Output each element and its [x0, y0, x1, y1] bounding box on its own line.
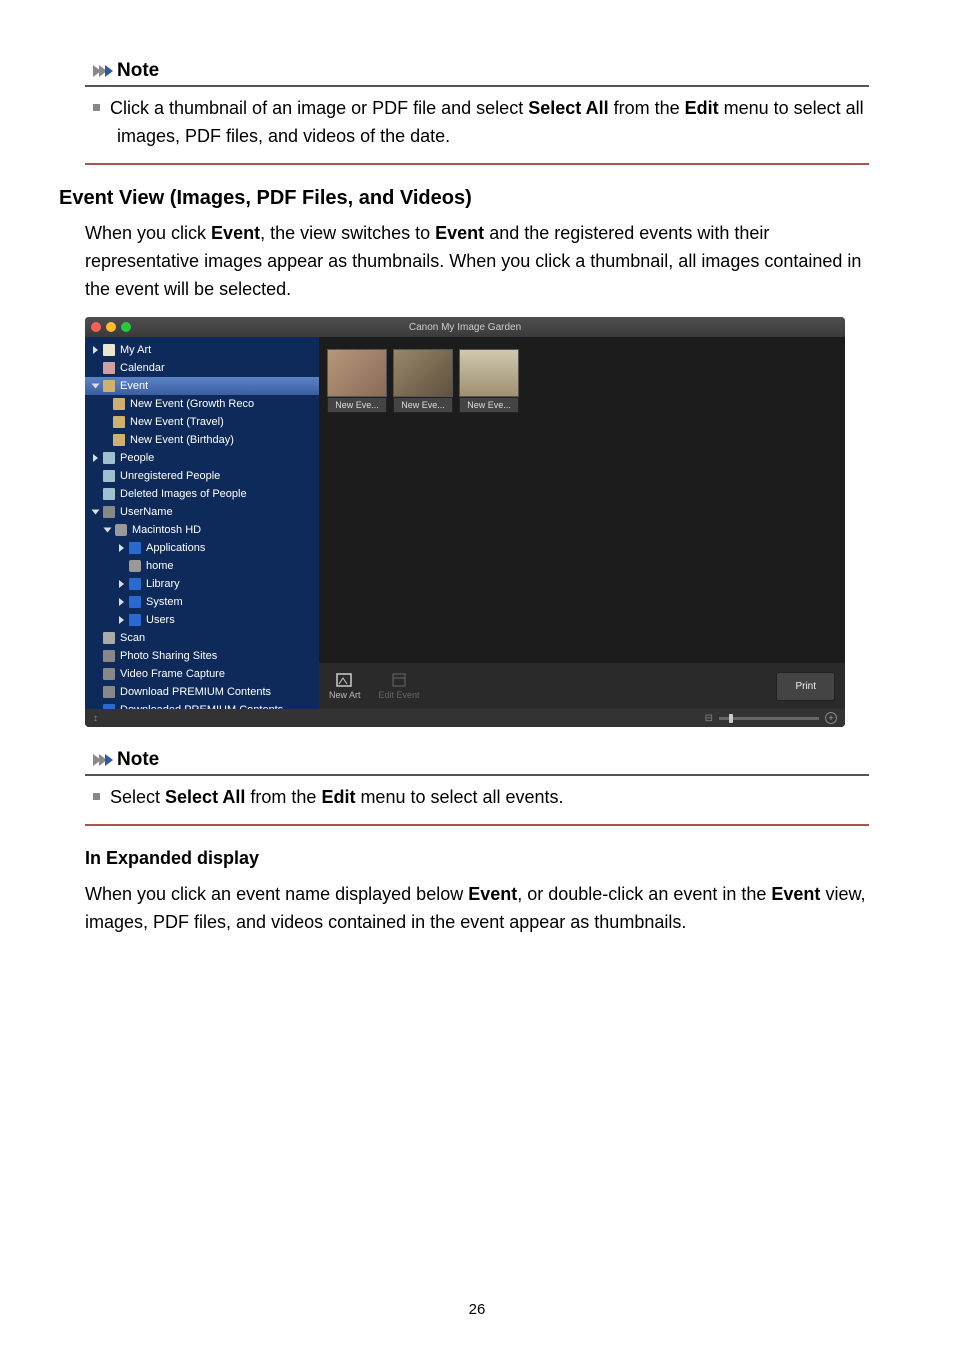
zoom-in-icon[interactable]: + [825, 712, 837, 724]
zoom-out-icon[interactable]: ⊟ [705, 713, 713, 724]
thumbnail-label: New Eve... [327, 397, 387, 413]
chevron-note-icon [93, 754, 111, 766]
sidebar: My Art Calendar Event New Event (Growth … [85, 337, 319, 709]
page-number: 26 [0, 1301, 954, 1318]
sidebar-item-unregistered[interactable]: Unregistered People [85, 467, 319, 485]
thumbnail-label: New Eve... [393, 397, 453, 413]
zoom-slider[interactable] [719, 717, 819, 720]
sidebar-item-applications[interactable]: Applications [85, 539, 319, 557]
bullet-icon [93, 793, 100, 800]
thumbnail-image [327, 349, 387, 397]
note-body: Click a thumbnail of an image or PDF fil… [85, 95, 869, 165]
sidebar-item-event-growth[interactable]: New Event (Growth Reco [85, 395, 319, 413]
sidebar-item-dldpremium[interactable]: Downloaded PREMIUM Contents [85, 701, 319, 709]
thumbnail-item[interactable]: New Eve... [459, 349, 519, 413]
note-block-2: Note Select Select All from the Edit men… [85, 749, 869, 826]
thumbnail-item[interactable]: New Eve... [327, 349, 387, 413]
sidebar-item-dlpremium[interactable]: Download PREMIUM Contents [85, 683, 319, 701]
note-body: Select Select All from the Edit menu to … [85, 784, 869, 826]
thumbnail-label: New Eve... [459, 397, 519, 413]
sidebar-item-photosites[interactable]: Photo Sharing Sites [85, 647, 319, 665]
note-header: Note [85, 60, 869, 87]
edit-event-icon [389, 672, 409, 688]
window-title: Canon My Image Garden [85, 322, 845, 333]
new-art-button[interactable]: New Art [329, 672, 361, 700]
app-screenshot: Canon My Image Garden My Art Calendar Ev… [85, 317, 845, 727]
chevron-note-icon [93, 65, 111, 77]
sidebar-item-system[interactable]: System [85, 593, 319, 611]
sidebar-item-users[interactable]: Users [85, 611, 319, 629]
sidebar-item-username[interactable]: UserName [85, 503, 319, 521]
note-title: Note [117, 60, 159, 82]
sidebar-item-event-travel[interactable]: New Event (Travel) [85, 413, 319, 431]
bottom-toolbar: New Art Edit Event Print [319, 663, 845, 709]
edit-event-button: Edit Event [379, 672, 420, 700]
sidebar-item-myart[interactable]: My Art [85, 341, 319, 359]
subsection-heading: In Expanded display [85, 848, 869, 869]
sidebar-item-calendar[interactable]: Calendar [85, 359, 319, 377]
print-button[interactable]: Print [776, 672, 835, 701]
sidebar-item-event-birthday[interactable]: New Event (Birthday) [85, 431, 319, 449]
sort-icon[interactable]: ↕ [93, 713, 98, 724]
thumbnail-grid: New Eve... New Eve... New Eve... [319, 337, 845, 663]
note-header: Note [85, 749, 869, 776]
section-heading: Event View (Images, PDF Files, and Video… [59, 187, 869, 210]
status-bar: ↕ ⊟ + [85, 709, 845, 727]
sidebar-item-machd[interactable]: Macintosh HD [85, 521, 319, 539]
sidebar-item-people[interactable]: People [85, 449, 319, 467]
window-titlebar: Canon My Image Garden [85, 317, 845, 337]
new-art-icon [335, 672, 355, 688]
sidebar-item-video[interactable]: Video Frame Capture [85, 665, 319, 683]
sidebar-item-home[interactable]: home [85, 557, 319, 575]
thumbnail-item[interactable]: New Eve... [393, 349, 453, 413]
note-title: Note [117, 749, 159, 771]
subsection-paragraph: When you click an event name displayed b… [85, 881, 869, 937]
bullet-icon [93, 104, 100, 111]
sidebar-item-scan[interactable]: Scan [85, 629, 319, 647]
note-block-1: Note Click a thumbnail of an image or PD… [85, 60, 869, 165]
thumbnail-image [459, 349, 519, 397]
sidebar-item-library[interactable]: Library [85, 575, 319, 593]
thumbnail-image [393, 349, 453, 397]
section-paragraph: When you click Event, the view switches … [85, 220, 869, 304]
content-area: New Eve... New Eve... New Eve... New Art… [319, 337, 845, 709]
sidebar-item-deleted[interactable]: Deleted Images of People [85, 485, 319, 503]
sidebar-item-event[interactable]: Event [85, 377, 319, 395]
